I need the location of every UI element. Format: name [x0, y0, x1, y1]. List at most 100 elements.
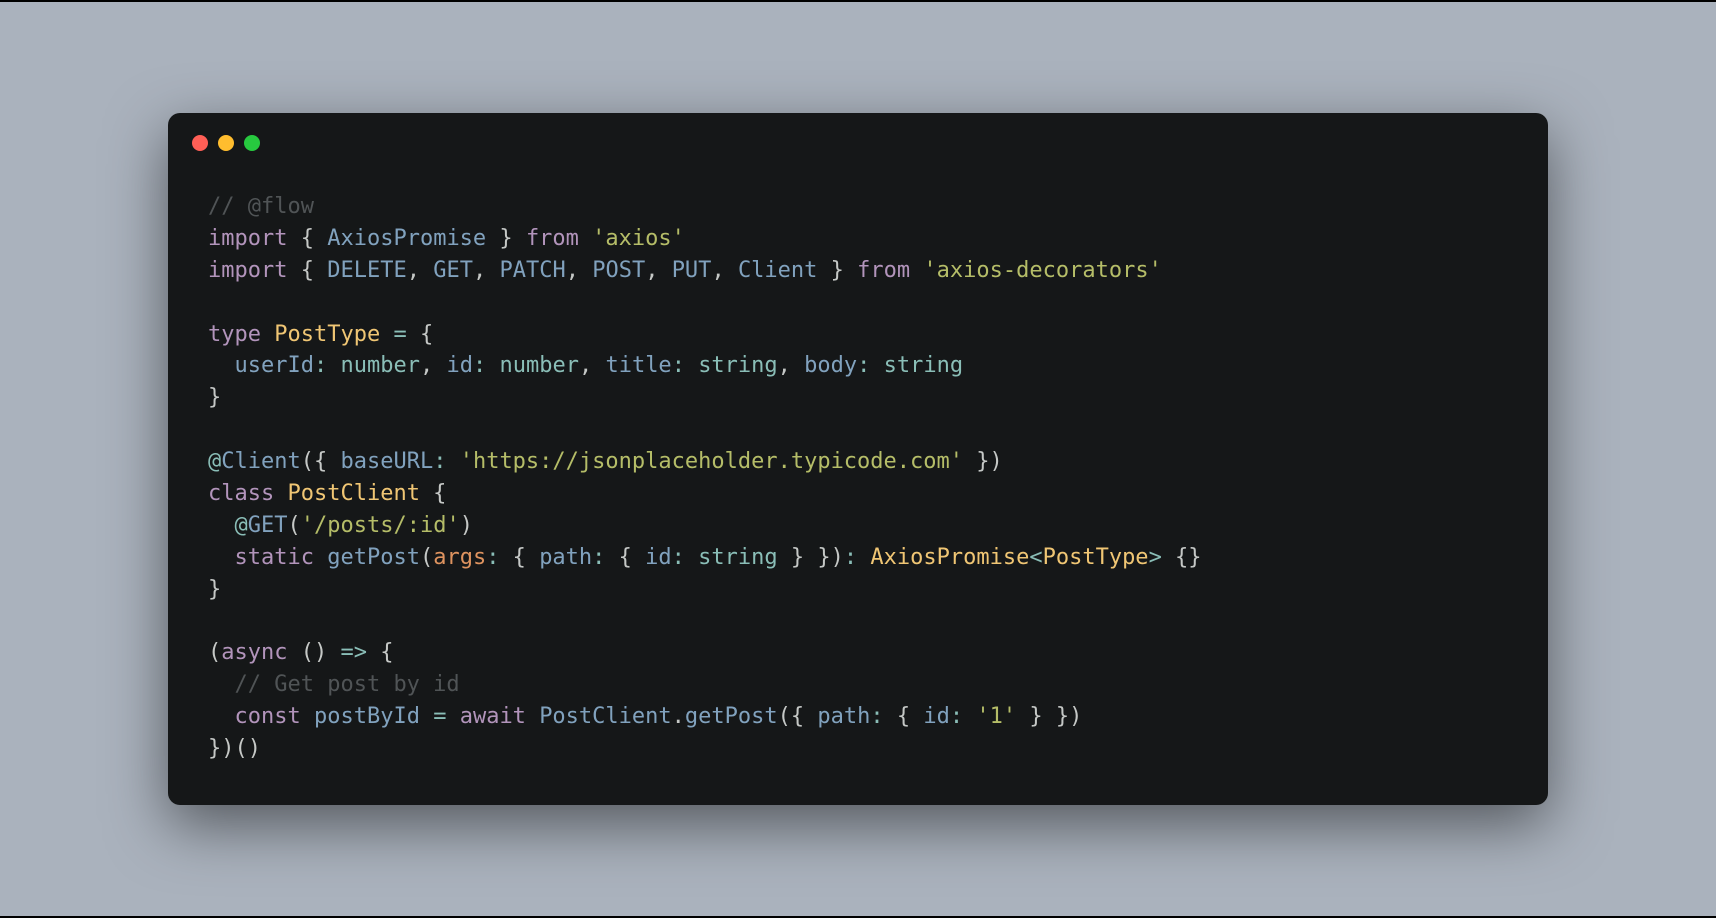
- code-token: (: [208, 640, 221, 665]
- code-token: @: [208, 449, 221, 474]
- maximize-icon[interactable]: [244, 135, 260, 151]
- code-token: [314, 545, 327, 570]
- code-token: async: [221, 640, 287, 665]
- code-token: [208, 513, 235, 538]
- code-token: ): [460, 513, 473, 538]
- code-token: number: [499, 353, 578, 378]
- code-token: AxiosPromise: [870, 545, 1029, 570]
- code-token: id: [446, 353, 473, 378]
- code-token: body: [804, 353, 857, 378]
- code-token: args: [433, 545, 486, 570]
- code-token: const: [235, 704, 301, 729]
- code-token: import: [208, 258, 287, 283]
- code-token: })(): [208, 736, 261, 761]
- code-token: ,: [711, 258, 738, 283]
- code-token: .: [672, 704, 685, 729]
- code-token: {: [287, 258, 327, 283]
- code-window: // @flow import { AxiosPromise } from 'a…: [168, 113, 1548, 805]
- code-token: DELETE: [327, 258, 406, 283]
- code-token: [301, 704, 314, 729]
- code-token: type: [208, 322, 261, 347]
- code-token: {: [407, 322, 434, 347]
- code-token: :: [473, 353, 486, 378]
- code-token: path: [817, 704, 870, 729]
- code-token: [579, 226, 592, 251]
- code-token: Client: [221, 449, 300, 474]
- code-token: postById: [314, 704, 420, 729]
- code-token: }: [208, 577, 221, 602]
- code-token: =: [433, 704, 446, 729]
- code-token: [208, 704, 235, 729]
- code-token: =>: [340, 640, 367, 665]
- code-token: }: [817, 258, 857, 283]
- code-token: [685, 353, 698, 378]
- code-token: ,: [566, 258, 593, 283]
- window-titlebar: [168, 113, 1548, 161]
- code-token: (: [288, 513, 301, 538]
- code-token: PostClient: [539, 704, 671, 729]
- code-token: // Get post by id: [235, 672, 460, 697]
- code-token: [910, 258, 923, 283]
- code-token: '1': [976, 704, 1016, 729]
- code-token: string: [698, 545, 777, 570]
- code-token: [486, 353, 499, 378]
- code-token: [870, 353, 883, 378]
- code-token: import: [208, 226, 287, 251]
- code-token: }: [208, 385, 221, 410]
- code-token: await: [460, 704, 526, 729]
- code-token: [327, 353, 340, 378]
- code-token: PostType: [1043, 545, 1149, 570]
- code-token: [208, 545, 235, 570]
- code-token: {: [884, 704, 924, 729]
- code-token: userId: [235, 353, 314, 378]
- code-token: {: [367, 640, 394, 665]
- code-token: path: [539, 545, 592, 570]
- code-token: {}: [1162, 545, 1202, 570]
- code-token: :: [870, 704, 883, 729]
- close-icon[interactable]: [192, 135, 208, 151]
- code-token: 'axios-decorators': [923, 258, 1161, 283]
- code-token: [446, 449, 459, 474]
- code-token: [274, 481, 287, 506]
- code-token: :: [672, 353, 685, 378]
- code-token: // @flow: [208, 194, 314, 219]
- code-token: 'https://jsonplaceholder.typicode.com': [460, 449, 963, 474]
- code-token: id: [645, 545, 672, 570]
- code-token: ,: [579, 353, 606, 378]
- code-token: string: [698, 353, 777, 378]
- minimize-icon[interactable]: [218, 135, 234, 151]
- code-token: ,: [645, 258, 672, 283]
- code-token: @: [235, 513, 248, 538]
- code-token: :: [857, 353, 870, 378]
- code-token: from: [526, 226, 579, 251]
- code-token: title: [605, 353, 671, 378]
- code-token: id: [923, 704, 950, 729]
- code-token: class: [208, 481, 274, 506]
- code-token: } }): [778, 545, 844, 570]
- code-token: baseURL: [340, 449, 433, 474]
- code-token: ,: [420, 353, 447, 378]
- code-token: ,: [778, 353, 805, 378]
- code-token: {: [605, 545, 645, 570]
- code-token: >: [1149, 545, 1162, 570]
- code-token: <: [1029, 545, 1042, 570]
- code-token: {: [287, 226, 327, 251]
- code-token: '/posts/:id': [301, 513, 460, 538]
- code-block: // @flow import { AxiosPromise } from 'a…: [168, 161, 1548, 765]
- code-token: {: [420, 481, 447, 506]
- code-token: ({: [301, 449, 341, 474]
- code-token: } }): [1016, 704, 1082, 729]
- code-token: PUT: [672, 258, 712, 283]
- code-token: [857, 545, 870, 570]
- code-token: [208, 353, 235, 378]
- code-token: GET: [433, 258, 473, 283]
- code-token: }: [486, 226, 526, 251]
- code-token: :: [672, 545, 685, 570]
- code-token: :: [486, 545, 499, 570]
- code-token: POST: [592, 258, 645, 283]
- code-token: string: [884, 353, 963, 378]
- code-token: GET: [248, 513, 288, 538]
- code-token: getPost: [327, 545, 420, 570]
- code-token: [208, 672, 235, 697]
- code-token: Client: [738, 258, 817, 283]
